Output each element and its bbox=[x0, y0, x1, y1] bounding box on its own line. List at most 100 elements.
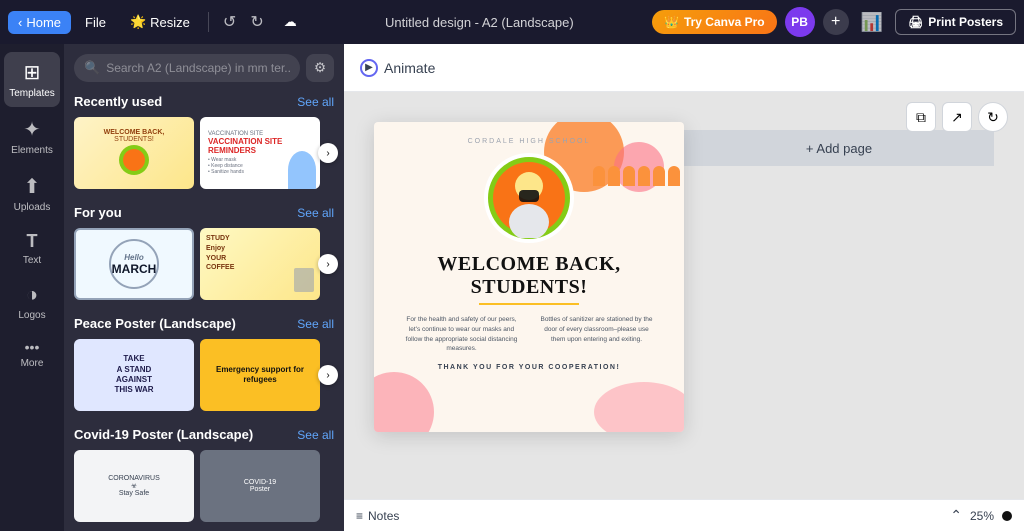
canvas-container[interactable]: ⧉ ↗ ↻ bbox=[344, 92, 1024, 499]
main-area: ⊞ Templates ✦ Elements ⬆ Uploads T Text … bbox=[0, 44, 1024, 531]
person-circle bbox=[484, 153, 574, 243]
template-thumb-welcome[interactable]: WELCOME BACK, STUDENTS! bbox=[74, 117, 194, 189]
try-canva-button[interactable]: 👑 Try Canva Pro bbox=[652, 10, 777, 34]
body-text-left: For the health and safety of our peers, … bbox=[404, 315, 519, 354]
print-button[interactable]: 🖨 Print Posters bbox=[895, 9, 1016, 35]
zoom-level: 25% bbox=[970, 509, 994, 523]
cloud-save-button[interactable]: ☁ bbox=[274, 10, 307, 34]
sidebar-label-text: Text bbox=[23, 255, 41, 266]
sidebar-item-more[interactable]: ••• More bbox=[4, 331, 60, 377]
animate-button[interactable]: ▶ Animate bbox=[360, 59, 435, 77]
section-title-for-you: For you bbox=[74, 205, 122, 220]
section-header-for-you: For you See all bbox=[74, 205, 334, 220]
resize-label: Resize bbox=[150, 15, 190, 30]
design-canvas[interactable]: CORDALE HIGH SCHOOL bbox=[374, 122, 684, 432]
cloud-icon: ☁ bbox=[284, 14, 297, 30]
undo-button[interactable]: ↺ bbox=[217, 8, 242, 36]
search-input[interactable] bbox=[106, 61, 290, 75]
see-all-peace[interactable]: See all bbox=[297, 317, 334, 331]
for-you-section: For you See all Hello MARCH STUDY Enjoy … bbox=[64, 199, 344, 310]
template-thumb-emergency[interactable]: Emergency support for refugees bbox=[200, 339, 320, 411]
canvas-toolbar: ▶ Animate bbox=[344, 44, 1024, 92]
copy-button[interactable]: ⧉ bbox=[906, 102, 936, 132]
analytics-button[interactable]: 📊 bbox=[857, 8, 887, 37]
file-button[interactable]: File bbox=[75, 11, 116, 34]
filter-button[interactable]: ⚙ bbox=[306, 54, 334, 82]
sidebar-label-more: More bbox=[21, 358, 44, 369]
add-page-bar: + Add page bbox=[684, 130, 994, 166]
resize-button[interactable]: 🌟 Resize bbox=[120, 10, 200, 34]
nav-right-group: 👑 Try Canva Pro PB + 📊 🖨 Print Posters bbox=[652, 7, 1016, 37]
see-all-recent[interactable]: See all bbox=[297, 95, 334, 109]
home-label: Home bbox=[26, 15, 61, 30]
text-icon: T bbox=[27, 231, 38, 252]
animate-icon: ▶ bbox=[360, 59, 378, 77]
covid-poster-row: CORONAVIRUS☣Stay Safe COVID-19Poster bbox=[74, 450, 334, 522]
zoom-dot[interactable] bbox=[1002, 511, 1012, 521]
template-thumb-vaccination[interactable]: VACCINATION SITE VACCINATION SITE REMIND… bbox=[200, 117, 320, 189]
document-title: Untitled design - A2 (Landscape) bbox=[385, 15, 574, 30]
school-name: CORDALE HIGH SCHOOL bbox=[394, 138, 664, 145]
recently-used-section: Recently used See all WELCOME BACK, STUD… bbox=[64, 88, 344, 199]
section-header-recent: Recently used See all bbox=[74, 94, 334, 109]
welcome-underline bbox=[479, 303, 579, 305]
template-thumb-corona[interactable]: CORONAVIRUS☣Stay Safe bbox=[74, 450, 194, 522]
body-text-right: Bottles of sanitizer are stationed by th… bbox=[539, 315, 654, 354]
chart-icon: 📊 bbox=[861, 12, 883, 32]
share-icon: ↗ bbox=[951, 109, 963, 126]
section-header-covid: Covid-19 Poster (Landscape) See all bbox=[74, 427, 334, 442]
redo-button[interactable]: ↻ bbox=[244, 8, 269, 36]
sidebar-item-logos[interactable]: ◑ Logos bbox=[4, 276, 60, 329]
template-thumb-march[interactable]: Hello MARCH bbox=[74, 228, 194, 300]
recently-used-next-button[interactable]: › bbox=[318, 143, 338, 163]
section-title-recent: Recently used bbox=[74, 94, 162, 109]
sidebar-item-elements[interactable]: ✦ Elements bbox=[4, 109, 60, 164]
template-thumb-covid2[interactable]: COVID-19Poster bbox=[200, 450, 320, 522]
section-title-peace: Peace Poster (Landscape) bbox=[74, 316, 236, 331]
add-page-label: + Add page bbox=[806, 141, 872, 156]
welcome-body: For the health and safety of our peers, … bbox=[394, 315, 664, 354]
elements-icon: ✦ bbox=[24, 117, 41, 142]
refresh-button[interactable]: ↻ bbox=[978, 102, 1008, 132]
search-icon: 🔍 bbox=[84, 60, 100, 76]
avatar-button[interactable]: PB bbox=[785, 7, 815, 37]
notes-button[interactable]: ≡ Notes bbox=[356, 509, 399, 523]
see-all-covid[interactable]: See all bbox=[297, 428, 334, 442]
star-icon: 🌟 bbox=[130, 14, 146, 30]
add-page-button[interactable]: + Add page bbox=[806, 141, 872, 156]
template-thumb-stand[interactable]: TAKEA STANDAGAINSTTHIS WAR bbox=[74, 339, 194, 411]
print-label: Print Posters bbox=[928, 15, 1003, 29]
avatar-initials: PB bbox=[791, 15, 808, 29]
logos-icon: ◑ bbox=[26, 284, 38, 307]
section-header-peace: Peace Poster (Landscape) See all bbox=[74, 316, 334, 331]
crown-icon: 👑 bbox=[664, 15, 679, 29]
try-canva-label: Try Canva Pro bbox=[684, 15, 765, 29]
peace-poster-row: TAKEA STANDAGAINSTTHIS WAR Emergency sup… bbox=[74, 339, 334, 411]
for-you-row: Hello MARCH STUDY Enjoy YOUR COFFEE › bbox=[74, 228, 334, 300]
bottom-bar: ≡ Notes ⌃ 25% bbox=[344, 499, 1024, 531]
peace-poster-section: Peace Poster (Landscape) See all TAKEA S… bbox=[64, 310, 344, 421]
for-you-next-button[interactable]: › bbox=[318, 254, 338, 274]
see-all-for-you[interactable]: See all bbox=[297, 206, 334, 220]
notes-label: Notes bbox=[368, 509, 399, 523]
peace-poster-next-button[interactable]: › bbox=[318, 365, 338, 385]
welcome-title: WELCOME BACK, STUDENTS! bbox=[394, 253, 664, 299]
notes-icon: ≡ bbox=[356, 509, 363, 523]
separator bbox=[208, 12, 209, 32]
template-thumb-coffee[interactable]: STUDY Enjoy YOUR COFFEE bbox=[200, 228, 320, 300]
search-input-wrap[interactable]: 🔍 bbox=[74, 54, 300, 82]
add-button[interactable]: + bbox=[823, 9, 849, 35]
canvas-design-content: CORDALE HIGH SCHOOL bbox=[374, 122, 684, 397]
sidebar-icons: ⊞ Templates ✦ Elements ⬆ Uploads T Text … bbox=[0, 44, 64, 531]
person-circle-wrap bbox=[394, 153, 664, 243]
sidebar-item-uploads[interactable]: ⬆ Uploads bbox=[4, 166, 60, 221]
sidebar-item-templates[interactable]: ⊞ Templates bbox=[4, 52, 60, 107]
sidebar-label-templates: Templates bbox=[9, 88, 55, 99]
zoom-controls: ⌃ 25% bbox=[950, 507, 1012, 524]
home-button[interactable]: ‹ Home bbox=[8, 11, 71, 34]
canvas-actions: ⧉ ↗ ↻ bbox=[906, 102, 1008, 132]
copy-icon: ⧉ bbox=[916, 109, 926, 126]
share-button[interactable]: ↗ bbox=[942, 102, 972, 132]
sidebar-item-text[interactable]: T Text bbox=[4, 223, 60, 274]
animate-label: Animate bbox=[384, 60, 435, 76]
